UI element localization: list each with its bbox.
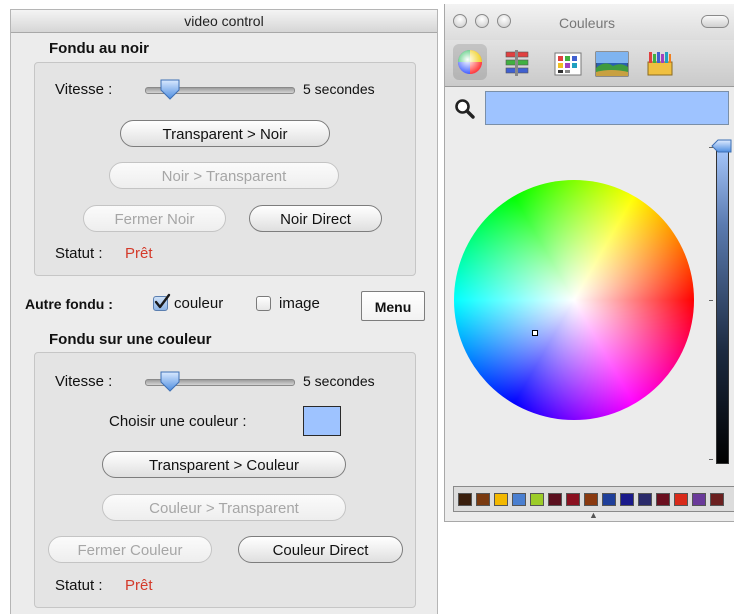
transparent-noir-button[interactable]: Transparent > Noir	[120, 120, 330, 147]
color-wheel-icon	[458, 50, 482, 74]
sliders-icon[interactable]	[503, 50, 533, 78]
checkmark-icon	[154, 293, 171, 309]
speed-slider-knob[interactable]	[159, 78, 181, 100]
slider-tick	[709, 147, 713, 148]
color-swatches-bar	[453, 486, 734, 512]
couleur-transparent-button[interactable]: Couleur > Transparent	[102, 494, 346, 521]
speed-value: 5 secondes	[303, 373, 375, 389]
fermer-noir-button[interactable]: Fermer Noir	[83, 205, 226, 232]
selected-color-field[interactable]	[485, 91, 729, 125]
couleur-direct-button[interactable]: Couleur Direct	[238, 536, 403, 563]
palettes-icon[interactable]	[553, 50, 583, 78]
transparent-couleur-button[interactable]: Transparent > Couleur	[102, 451, 346, 478]
color-swatch-item[interactable]	[458, 493, 472, 506]
color-wheel[interactable]	[454, 180, 694, 420]
speed-slider-knob[interactable]	[159, 370, 181, 392]
choose-color-label: Choisir une couleur :	[109, 413, 247, 430]
image-palette-icon[interactable]	[595, 50, 629, 78]
resize-grip-icon[interactable]: ▲	[589, 510, 598, 520]
status-label: Statut :	[55, 577, 103, 594]
zoom-window-button[interactable]	[497, 14, 511, 28]
image-checkbox[interactable]	[256, 296, 271, 311]
slider-tick	[709, 300, 713, 301]
color-swatch-item[interactable]	[692, 493, 706, 506]
color-swatch-item[interactable]	[494, 493, 508, 506]
section-title-fondu-noir: Fondu au noir	[49, 40, 149, 57]
color-panel-titlebar: Couleurs	[445, 4, 734, 40]
noir-direct-button[interactable]: Noir Direct	[249, 205, 382, 232]
fondu-noir-group: Vitesse : 5 secondes Transparent > Noir …	[34, 62, 416, 276]
color-swatch-item[interactable]	[710, 493, 724, 506]
slider-tick	[709, 459, 713, 460]
autre-fondu-label: Autre fondu :	[25, 296, 113, 312]
noir-transparent-button[interactable]: Noir > Transparent	[109, 162, 339, 189]
status-value: Prêt	[125, 245, 153, 262]
color-swatch-item[interactable]	[602, 493, 616, 506]
color-swatch-item[interactable]	[512, 493, 526, 506]
speed-label: Vitesse :	[55, 81, 113, 98]
section-title-fondu-couleur: Fondu sur une couleur	[49, 331, 212, 348]
color-swatch-item[interactable]	[566, 493, 580, 506]
color-wheel-marker[interactable]	[532, 330, 538, 336]
color-swatch-item[interactable]	[674, 493, 688, 506]
close-window-button[interactable]	[453, 14, 467, 28]
menu-button[interactable]: Menu	[361, 291, 425, 321]
status-value: Prêt	[125, 577, 153, 594]
color-swatch-item[interactable]	[638, 493, 652, 506]
status-label: Statut :	[55, 245, 103, 262]
couleur-checkbox[interactable]	[153, 293, 171, 311]
fermer-couleur-button[interactable]: Fermer Couleur	[48, 536, 212, 563]
magnifier-icon[interactable]	[454, 98, 476, 120]
color-panel-window: Couleurs ▲	[444, 4, 734, 522]
color-swatch-item[interactable]	[656, 493, 670, 506]
color-swatch-item[interactable]	[584, 493, 598, 506]
minimize-window-button[interactable]	[475, 14, 489, 28]
fondu-couleur-group: Vitesse : 5 secondes Choisir une couleur…	[34, 352, 416, 608]
color-swatch-item[interactable]	[476, 493, 490, 506]
color-swatch[interactable]	[303, 406, 341, 436]
speed-value: 5 secondes	[303, 81, 375, 97]
brightness-slider-knob[interactable]	[711, 138, 733, 154]
speed-label: Vitesse :	[55, 373, 113, 390]
image-option-label: image	[279, 295, 320, 312]
color-swatch-item[interactable]	[548, 493, 562, 506]
brightness-slider[interactable]	[716, 144, 729, 464]
color-panel-toolbar	[445, 40, 734, 87]
window-title: video control	[11, 10, 437, 33]
color-swatch-item[interactable]	[530, 493, 544, 506]
couleur-option-label: couleur	[174, 295, 224, 312]
color-panel-title: Couleurs	[559, 15, 616, 31]
crayons-icon[interactable]	[645, 48, 675, 78]
toolbar-toggle-button[interactable]	[701, 15, 729, 28]
color-wheel-tab[interactable]	[453, 44, 487, 80]
video-control-window: video control Fondu au noir Vitesse : 5 …	[10, 9, 438, 614]
color-swatch-item[interactable]	[620, 493, 634, 506]
